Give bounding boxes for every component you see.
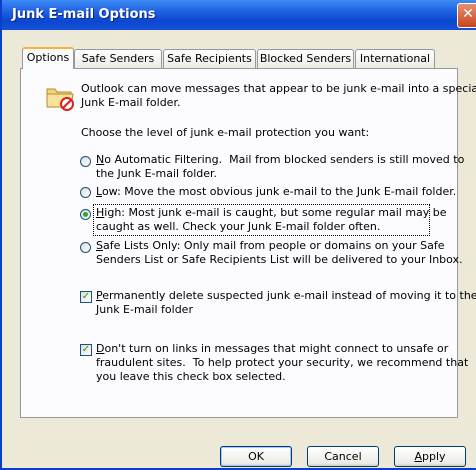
tab-safe-senders[interactable]: Safe Senders xyxy=(74,49,162,68)
apply-button[interactable]: Apply xyxy=(394,446,466,467)
radio-high-label[interactable]: High: Most junk e-mail is caught, but so… xyxy=(96,206,447,220)
tab-international[interactable]: International xyxy=(355,49,435,68)
checkbox-dont-turn-on-links[interactable]: ✓ xyxy=(80,344,92,356)
radio-no-automatic-filtering-label[interactable]: No Automatic Filtering. Mail from blocke… xyxy=(96,153,464,167)
radio-safe-lists-only[interactable] xyxy=(80,242,91,253)
close-button[interactable]: ✕ xyxy=(457,3,476,28)
tab-options[interactable]: Options xyxy=(22,47,74,69)
title-bar[interactable]: Junk E-mail Options ✕ xyxy=(2,0,476,30)
checkbox-dont-turn-on-links-label-3: you leave this check box selected. xyxy=(96,370,286,383)
radio-low[interactable] xyxy=(80,187,91,198)
radio-no-automatic-filtering[interactable] xyxy=(80,156,91,167)
checkbox-dont-turn-on-links-label-2: fraudulent sites. To help protect your s… xyxy=(96,356,469,369)
radio-safe-lists-only-label-2: Senders List or Safe Recipients List wil… xyxy=(96,253,463,266)
checkbox-permanently-delete-label-2: Junk E-mail folder xyxy=(96,303,193,316)
radio-high[interactable] xyxy=(80,209,91,220)
cancel-button[interactable]: Cancel xyxy=(307,446,379,467)
intro-line-2: Junk E-mail folder. xyxy=(81,96,181,109)
intro-line-1: Outlook can move messages that appear to… xyxy=(81,82,476,95)
radio-selected-dot xyxy=(83,212,88,217)
checkbox-dont-turn-on-links-label[interactable]: Don't turn on links in messages that mig… xyxy=(96,342,448,356)
protection-level-prompt: Choose the level of junk e-mail protecti… xyxy=(81,126,370,139)
radio-high-label-2: caught as well. Check your Junk E-mail f… xyxy=(96,220,381,233)
junk-folder-icon xyxy=(46,88,74,111)
checkbox-permanently-delete-label[interactable]: Permanently delete suspected junk e-mail… xyxy=(96,289,476,303)
close-icon: ✕ xyxy=(462,6,474,22)
radio-no-automatic-filtering-label-2: the Junk E-mail folder. xyxy=(96,167,218,180)
radio-safe-lists-only-label[interactable]: Safe Lists Only: Only mail from people o… xyxy=(96,239,445,253)
tab-safe-recipients[interactable]: Safe Recipients xyxy=(163,49,256,68)
radio-low-label[interactable]: Low: Move the most obvious junk e-mail t… xyxy=(96,185,456,199)
window-title: Junk E-mail Options xyxy=(12,7,156,22)
checkbox-permanently-delete[interactable]: ✓ xyxy=(80,291,92,303)
junk-email-options-dialog: Junk E-mail Options ✕ Options Safe Sende… xyxy=(0,0,476,470)
ok-button[interactable]: OK xyxy=(220,446,292,467)
tab-blocked-senders[interactable]: Blocked Senders xyxy=(257,49,354,68)
options-panel: Outlook can move messages that appear to… xyxy=(20,68,476,418)
